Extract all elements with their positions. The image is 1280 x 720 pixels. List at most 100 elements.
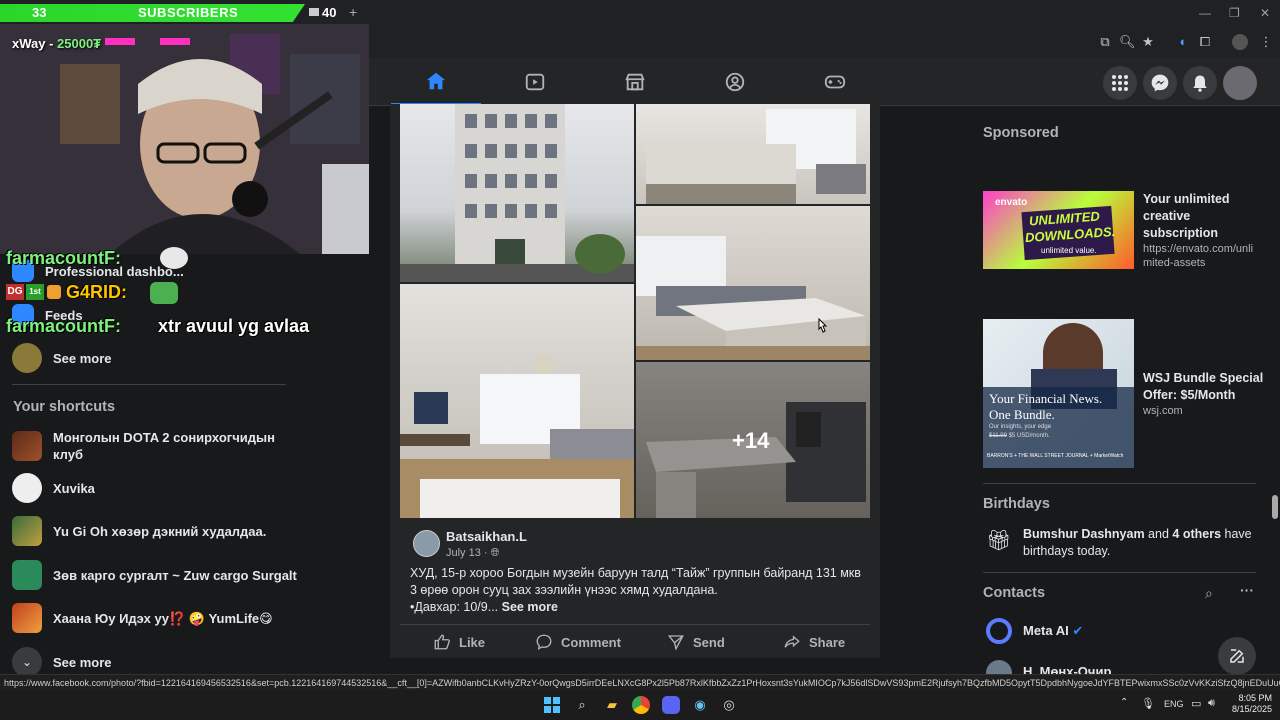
ad-url: wsj.com (1143, 405, 1183, 417)
profile-avatar-icon[interactable] (1232, 34, 1248, 50)
windows-start-icon[interactable] (543, 696, 561, 714)
chevron-down-icon: ⌄ (12, 647, 42, 677)
birthday-line2: birthdays today. (1023, 544, 1111, 558)
subscriber-goal: 40 (322, 5, 337, 20)
verified-icon: ✔ (1072, 623, 1084, 638)
system-clock[interactable]: 8:05 PM 8/15/2025 (1228, 693, 1272, 715)
shortcut-thumb (12, 603, 42, 633)
like-button[interactable]: Like (433, 633, 485, 651)
post-photo-building[interactable] (400, 104, 634, 282)
bookmark-star-icon[interactable]: ★ (1140, 34, 1156, 50)
install-app-icon[interactable]: ⧉ (1097, 34, 1113, 50)
hand-cursor-icon (818, 318, 828, 333)
video-icon (525, 73, 545, 91)
shortcut-item[interactable]: Yu Gi Oh хөзөр дэкний худалдаа. (12, 516, 266, 546)
birthday-others: 4 others (1172, 527, 1222, 541)
grid-icon (1112, 75, 1128, 91)
post-date[interactable]: July 13 · 🌐︎ (446, 547, 499, 560)
nav-home-tab[interactable] (391, 58, 481, 106)
new-message-button[interactable] (1218, 637, 1256, 675)
discord-icon[interactable] (662, 696, 680, 714)
shortcut-item[interactable]: Зөв карго сургалт ~ Zuw cargo Surgalt (12, 560, 297, 590)
post-photo-living-2[interactable] (400, 284, 634, 518)
interior-illustration (646, 109, 866, 204)
sponsored-title: Sponsored (983, 125, 1059, 141)
post-text-line2: •Давхар: 10/9... (410, 600, 499, 614)
building-illustration (400, 104, 634, 282)
chrome-icon[interactable] (632, 696, 650, 714)
shortcut-thumb (12, 473, 42, 503)
see-more-link[interactable]: See more (502, 600, 558, 614)
wsj-small: Our insights, your edge (989, 424, 1052, 430)
volume-icon[interactable]: 🔊︎ (1208, 697, 1215, 710)
zoom-icon[interactable]: 🔍︎ (1119, 34, 1136, 50)
extension-icon[interactable]: ◖ (1174, 34, 1190, 50)
shortcut-item[interactable]: Хаана Юу Идэх уу⁉️ 🤪 YumLife😋 (12, 603, 273, 633)
browser-menu-icon[interactable]: ⋮ (1258, 34, 1274, 50)
contacts-search-icon[interactable]: ⌕ (1205, 585, 1213, 602)
wsj-ad-image[interactable]: Your Financial News. One Bundle. Our ins… (983, 319, 1134, 468)
microphone-icon[interactable]: 🎙︎ (1141, 697, 1155, 710)
search-icon[interactable]: ⌕ (573, 696, 591, 714)
nav-video-tab[interactable] (490, 58, 580, 106)
post-text: ХУД, 15-р хороо Богдын музейн баруун тал… (410, 565, 870, 616)
contact-name: Meta AI (1023, 623, 1069, 638)
birthday-text[interactable]: Bumshur Dashnyam and 4 others have birthd… (1023, 526, 1253, 560)
sidebar-divider (12, 384, 286, 385)
sidebar-see-more-bottom[interactable]: ⌄ See more (12, 647, 112, 677)
donation-bar-icon (160, 38, 190, 45)
minimize-icon[interactable]: — (1199, 6, 1211, 20)
birthday-name: Bumshur Dashnyam (1023, 527, 1145, 541)
language-indicator[interactable]: ENG (1164, 699, 1184, 709)
nav-groups-tab[interactable] (690, 58, 780, 106)
birthday-and: and (1148, 527, 1169, 541)
obs-icon[interactable]: ◎ (720, 696, 738, 714)
post-photo-kitchen-more[interactable]: +14 (636, 362, 870, 518)
restore-icon[interactable]: ❐ (1229, 6, 1240, 20)
envato-ad-image[interactable]: envato UNLIMITED DOWNLOADS. unlimited va… (983, 191, 1134, 269)
close-icon[interactable]: ✕ (1260, 6, 1270, 20)
monitor-icon[interactable]: ▭ (1191, 697, 1201, 710)
nav-marketplace-tab[interactable] (590, 58, 680, 106)
post-author[interactable]: Batsaikhan.L (446, 529, 527, 544)
contacts-more-icon[interactable]: ··· (1240, 582, 1254, 598)
clock-time: 8:05 PM (1238, 693, 1272, 703)
send-button[interactable]: Send (667, 633, 725, 651)
shortcut-label: Yu Gi Oh хөзөр дэкний худалдаа. (53, 523, 267, 539)
extensions-puzzle-icon[interactable]: ⧠ (1197, 34, 1213, 50)
donor-amount: 25000₮ (57, 36, 102, 51)
menu-grid-button[interactable] (1103, 66, 1137, 100)
author-avatar[interactable] (413, 530, 440, 557)
account-avatar[interactable] (1223, 66, 1257, 100)
ad-title[interactable]: WSJ Bundle Special Offer: $5/Month (1143, 370, 1268, 404)
steam-icon[interactable]: ◉ (691, 696, 709, 714)
tray-chevron-icon[interactable]: ⌃ (1120, 697, 1128, 708)
post-photo-living-1[interactable] (636, 104, 870, 204)
sidebar-see-more[interactable]: See more (12, 343, 112, 373)
nav-gaming-tab[interactable] (790, 58, 880, 106)
shortcut-item[interactable]: Xuvika (12, 473, 95, 503)
ad-title[interactable]: Your unlimited creative subscription (1143, 191, 1263, 242)
gift-icon: 🎁︎ (986, 530, 1012, 552)
wsj-brands: BARRON'S + THE WALL STREET JOURNAL + Mar… (987, 453, 1124, 459)
post-text-body: ХУД, 15-р хороо Богдын музейн баруун тал… (410, 566, 861, 597)
compose-icon (1230, 649, 1244, 663)
messenger-button[interactable] (1143, 66, 1177, 100)
notifications-button[interactable] (1183, 66, 1217, 100)
globe-icon: 🌐︎ (490, 547, 500, 559)
contact-meta-ai[interactable]: Meta AI ✔ (1023, 623, 1083, 639)
kitchen-illustration (636, 236, 870, 360)
file-explorer-icon[interactable]: ▰ (603, 696, 621, 714)
post-photo-kitchen-island[interactable] (636, 206, 870, 360)
messenger-icon (1151, 74, 1169, 92)
see-more-label: See more (53, 654, 112, 670)
wsj-price-new: $5 USD/month. (1008, 433, 1050, 439)
scrollbar-thumb[interactable] (1272, 495, 1278, 519)
contact-name[interactable]: Н. Мөнх-Очир (1023, 664, 1111, 674)
donor-name: xWay - (12, 36, 58, 51)
share-button[interactable]: Share (783, 633, 845, 651)
groups-icon (725, 72, 745, 92)
shortcut-label: Xuvika (53, 480, 95, 496)
shortcut-item[interactable]: Монголын DOTA 2 сонирхогчидын клуб (12, 429, 282, 463)
comment-button[interactable]: Comment (535, 633, 621, 651)
